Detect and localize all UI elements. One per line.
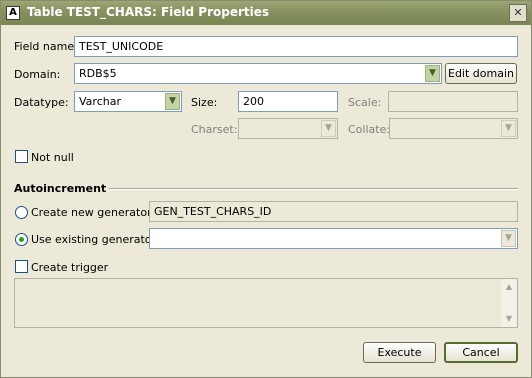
use-existing-generator-label[interactable]: Use existing generator:	[31, 233, 160, 246]
chevron-down-icon[interactable]: ▼	[425, 65, 440, 82]
domain-value: RDB$5	[79, 67, 117, 80]
autoincrement-heading: Autoincrement	[14, 182, 107, 195]
new-generator-name-input[interactable]: GEN_TEST_CHARS_ID	[149, 201, 518, 222]
create-new-generator-label[interactable]: Create new generator:	[31, 206, 155, 219]
datatype-value: Varchar	[79, 95, 121, 108]
field-properties-dialog: A Table TEST_CHARS: Field Properties ✕ F…	[0, 0, 532, 378]
collate-label: Collate:	[348, 123, 391, 136]
domain-select[interactable]: RDB$5 ▼	[74, 63, 442, 84]
size-input[interactable]: 200	[238, 91, 338, 112]
size-label: Size:	[191, 96, 218, 109]
create-trigger-checkbox[interactable]	[15, 260, 28, 273]
use-existing-generator-radio[interactable]	[15, 233, 28, 246]
cancel-button[interactable]: Cancel	[444, 342, 518, 363]
chevron-down-icon[interactable]: ▼	[501, 120, 516, 137]
charset-label: Charset:	[191, 123, 238, 136]
existing-generator-select[interactable]: ▼	[149, 228, 518, 249]
chevron-down-icon[interactable]: ▼	[165, 93, 180, 110]
scale-label: Scale:	[348, 96, 382, 109]
app-icon: A	[6, 6, 20, 20]
chevron-down-icon[interactable]: ▼	[501, 230, 516, 247]
execute-button[interactable]: Execute	[363, 342, 436, 363]
arrow-up-icon[interactable]: ▲	[501, 279, 517, 295]
scale-input[interactable]	[388, 91, 518, 112]
not-null-checkbox[interactable]	[15, 150, 28, 163]
chevron-down-icon[interactable]: ▼	[321, 120, 336, 137]
close-button[interactable]: ✕	[509, 4, 527, 22]
field-name-input[interactable]: TEST_UNICODE	[74, 36, 518, 57]
create-new-generator-radio[interactable]	[15, 206, 28, 219]
edit-domain-button[interactable]: Edit domain	[445, 63, 517, 84]
trigger-text-area[interactable]: ▲ ▼	[14, 278, 518, 328]
create-trigger-label[interactable]: Create trigger	[31, 261, 108, 274]
datatype-select[interactable]: Varchar ▼	[74, 91, 182, 112]
section-divider	[109, 188, 518, 190]
domain-label: Domain:	[14, 68, 61, 81]
arrow-down-icon[interactable]: ▼	[501, 311, 517, 327]
collate-select[interactable]: ▼	[389, 118, 518, 139]
vertical-scrollbar[interactable]: ▲ ▼	[501, 279, 517, 327]
not-null-label[interactable]: Not null	[31, 151, 74, 164]
datatype-label: Datatype:	[14, 96, 69, 109]
window-title: Table TEST_CHARS: Field Properties	[27, 5, 270, 19]
title-bar[interactable]: A Table TEST_CHARS: Field Properties ✕	[1, 1, 531, 25]
field-name-label: Field name:	[14, 40, 78, 53]
charset-select[interactable]: ▼	[238, 118, 338, 139]
